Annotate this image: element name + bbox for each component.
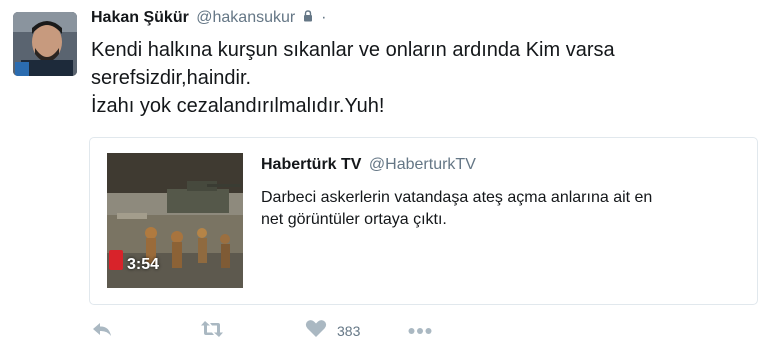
avatar[interactable] [13, 12, 77, 76]
retweet-icon [200, 320, 224, 343]
tweet-text-line: Kendi halkına kurşun sıkanlar ve onların… [91, 39, 615, 61]
lock-icon [303, 9, 313, 27]
tweet-text: Kendi halkına kurşun sıkanlar ve onların… [91, 36, 731, 120]
quoted-tweet-card[interactable]: 3:54 Habertürk TV @HaberturkTV Darbeci a… [89, 137, 758, 305]
tweet-text-line: serefsizdir,haindir. [91, 67, 252, 89]
separator-dot: · [321, 9, 327, 27]
like-button[interactable]: 383 [305, 318, 360, 344]
more-icon [408, 322, 432, 340]
reply-button[interactable] [92, 318, 112, 344]
username[interactable]: @hakansukur [196, 9, 295, 26]
reply-icon [92, 321, 112, 342]
card-display-name[interactable]: Habertürk TV [261, 156, 361, 173]
video-duration: 3:54 [127, 256, 160, 273]
card-text: Darbeci askerlerin vatandaşa ateş açma a… [261, 187, 731, 231]
card-text-line: net görüntüler ortaya çıktı. [261, 211, 447, 228]
tweet-text-line: İzahı yok cezalandırılmalıdır.Yuh! [91, 95, 385, 117]
display-name[interactable]: Hakan Şükür [91, 9, 189, 26]
card-header: Habertürk TV @HaberturkTV [261, 156, 476, 174]
more-button[interactable] [408, 318, 432, 344]
channel-logo-icon [109, 250, 123, 270]
heart-icon [305, 319, 327, 343]
video-thumbnail[interactable]: 3:54 [107, 153, 243, 288]
retweet-button[interactable] [200, 318, 224, 344]
tweet-header: Hakan Şükür @hakansukur · [91, 9, 326, 27]
card-text-line: Darbeci askerlerin vatandaşa ateş açma a… [261, 189, 653, 206]
like-count: 383 [337, 323, 361, 339]
card-username[interactable]: @HaberturkTV [369, 156, 476, 173]
